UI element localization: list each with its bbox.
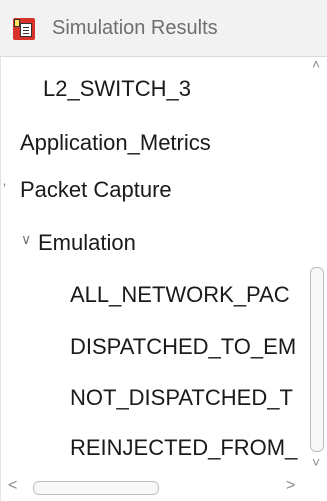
vertical-scrollbar[interactable]: ˄ ˅ xyxy=(308,57,327,475)
scroll-left-icon[interactable]: < xyxy=(8,478,17,494)
results-tree: L2_SWITCH_3 Application_Metrics ʼ Packet… xyxy=(0,57,305,461)
tree-item-label: NOT_DISPATCHED_T xyxy=(70,385,293,410)
scroll-right-icon[interactable]: > xyxy=(286,478,295,494)
tree-item-not-dispatched[interactable]: NOT_DISPATCHED_T xyxy=(70,380,293,416)
tree-item-label: ALL_NETWORK_PAC xyxy=(70,282,290,307)
tree-item-l2-switch-3[interactable]: L2_SWITCH_3 xyxy=(43,71,191,107)
horizontal-scroll-thumb[interactable] xyxy=(33,481,159,495)
tree-item-packet-capture[interactable]: Packet Capture xyxy=(20,172,172,208)
tree-item-label: L2_SWITCH_3 xyxy=(43,76,191,101)
tree-item-label: Emulation xyxy=(38,230,136,255)
vertical-scroll-thumb[interactable] xyxy=(310,267,324,452)
chevron-down-icon[interactable]: ∨ xyxy=(21,232,31,246)
tree-item-dispatched-to-emulator[interactable]: DISPATCHED_TO_EM xyxy=(70,329,296,365)
tree-item-label: Packet Capture xyxy=(20,177,172,202)
scroll-down-icon[interactable]: ˅ xyxy=(312,455,320,469)
chevron-right-icon[interactable]: ʼ xyxy=(3,182,6,196)
scroll-up-icon[interactable]: ˄ xyxy=(312,57,320,71)
tree-item-emulation[interactable]: Emulation xyxy=(38,225,136,261)
tree-item-reinjected-from[interactable]: REINJECTED_FROM_ xyxy=(70,430,297,461)
simulation-report-icon xyxy=(13,18,35,40)
panel-header: Simulation Results xyxy=(0,0,327,57)
horizontal-scrollbar[interactable]: < > xyxy=(0,475,327,501)
tree-item-label: Application_Metrics xyxy=(20,130,211,155)
tree-item-label: DISPATCHED_TO_EM xyxy=(70,334,297,359)
tree-item-application-metrics[interactable]: Application_Metrics xyxy=(20,125,211,161)
panel-title: Simulation Results xyxy=(52,17,218,39)
tree-item-all-network-packets[interactable]: ALL_NETWORK_PAC xyxy=(70,277,290,313)
tree-item-label: REINJECTED_FROM_ xyxy=(70,435,298,460)
